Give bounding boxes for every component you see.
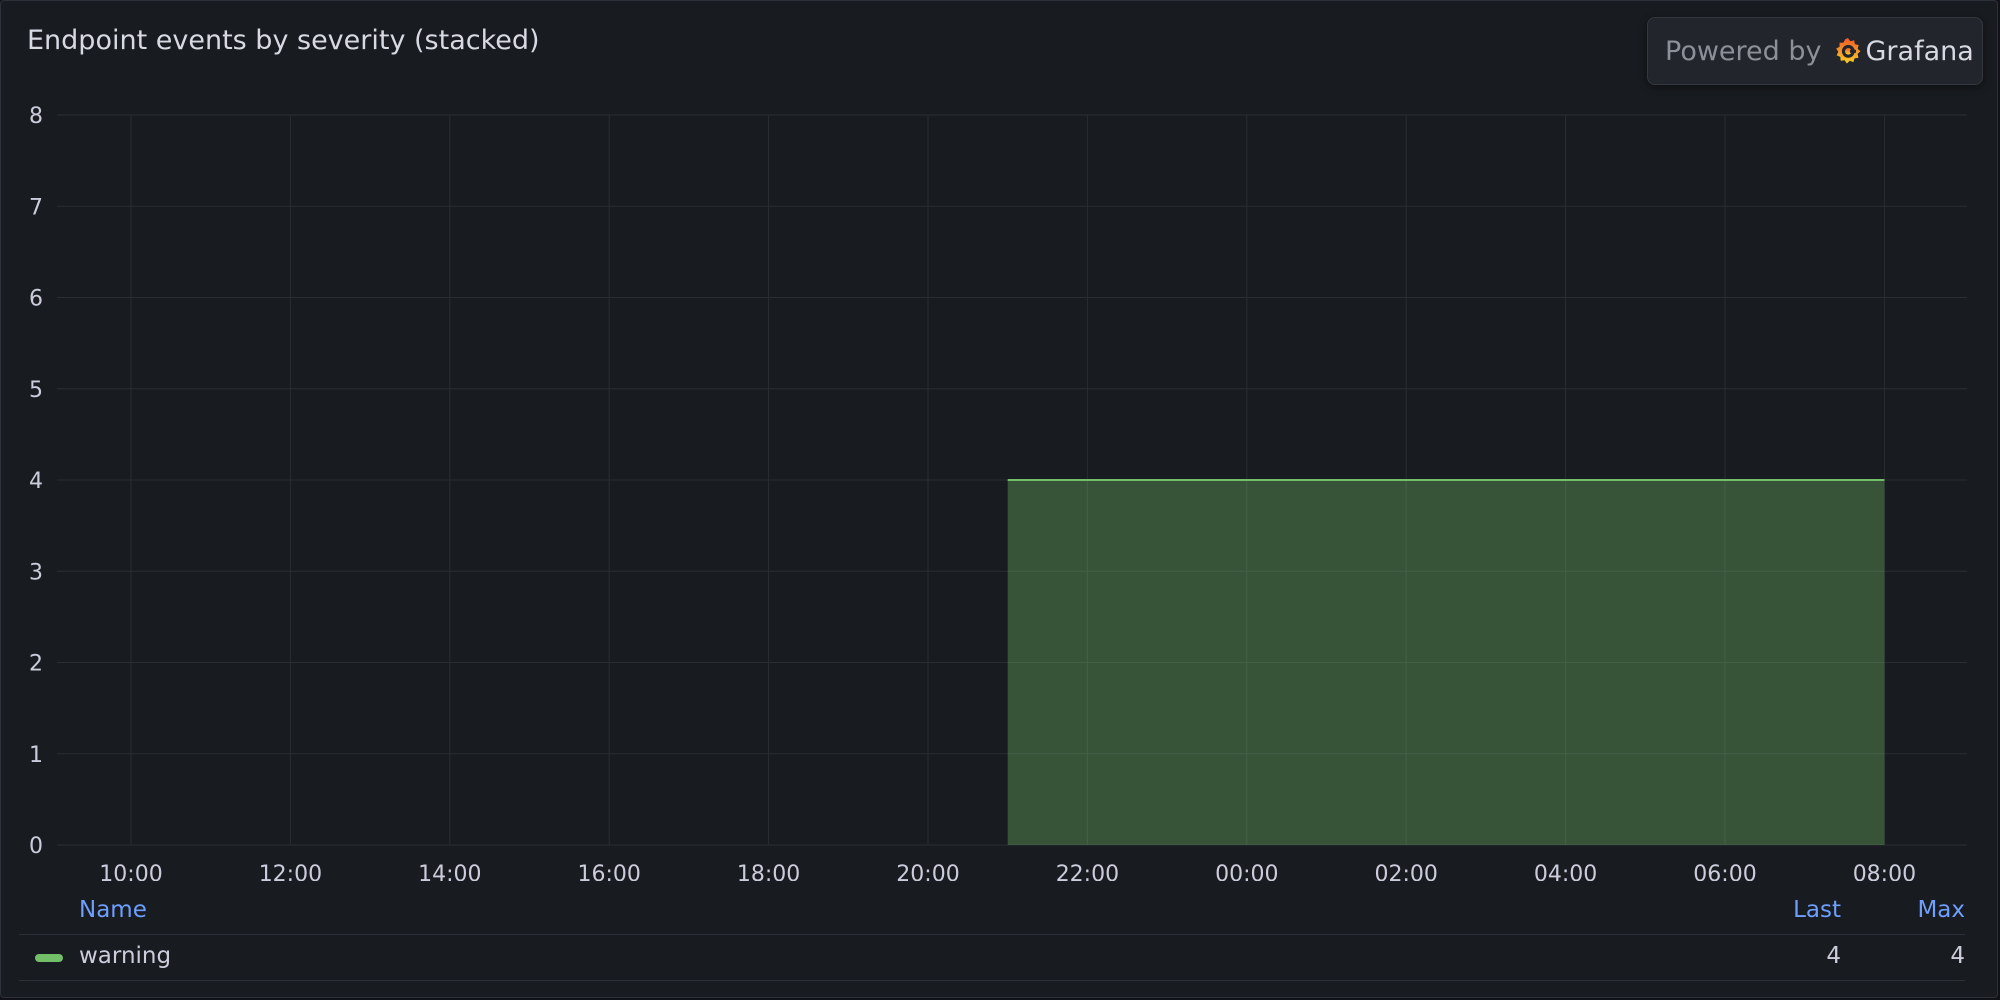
legend-row[interactable]: warning 4 4 (1, 935, 1997, 981)
x-tick-label: 10:00 (99, 862, 162, 881)
series-area-warning (1007, 480, 1885, 845)
x-tick-label: 06:00 (1693, 862, 1756, 881)
x-tick-label: 14:00 (418, 862, 481, 881)
y-tick-label: 6 (29, 287, 43, 312)
time-series-chart[interactable]: 0 1 2 3 4 5 6 7 8 10:00 12:00 14:00 16:00 18:00 20:00 2… (1, 1, 1998, 881)
x-tick-label: 18:00 (737, 862, 800, 881)
legend-column-last[interactable]: Last (1793, 897, 1841, 923)
y-tick-label: 4 (29, 469, 43, 494)
legend-divider (19, 980, 1965, 981)
legend-series-max: 4 (1950, 943, 1965, 969)
panel: Endpoint events by severity (stacked) Po… (0, 0, 1998, 998)
legend-series-swatch (35, 954, 63, 962)
legend-column-max[interactable]: Max (1917, 897, 1965, 923)
y-tick-label: 2 (29, 652, 43, 677)
legend-series-last: 4 (1826, 943, 1841, 969)
x-tick-label: 00:00 (1215, 862, 1278, 881)
y-tick-label: 5 (29, 378, 43, 403)
legend-header: Name Last Max (1, 891, 1997, 935)
x-tick-label: 12:00 (259, 862, 322, 881)
y-tick-label: 0 (29, 834, 43, 859)
x-tick-label: 20:00 (896, 862, 959, 881)
x-tick-label: 16:00 (577, 862, 640, 881)
legend-column-name[interactable]: Name (79, 897, 147, 923)
x-tick-label: 04:00 (1534, 862, 1597, 881)
x-tick-label: 08:00 (1853, 862, 1916, 881)
x-tick-label: 22:00 (1056, 862, 1119, 881)
y-tick-label: 7 (29, 195, 43, 220)
y-tick-label: 3 (29, 560, 43, 585)
legend-series-name[interactable]: warning (79, 943, 171, 969)
y-tick-label: 1 (29, 743, 43, 768)
x-tick-label: 02:00 (1374, 862, 1437, 881)
y-tick-label: 8 (29, 104, 43, 129)
